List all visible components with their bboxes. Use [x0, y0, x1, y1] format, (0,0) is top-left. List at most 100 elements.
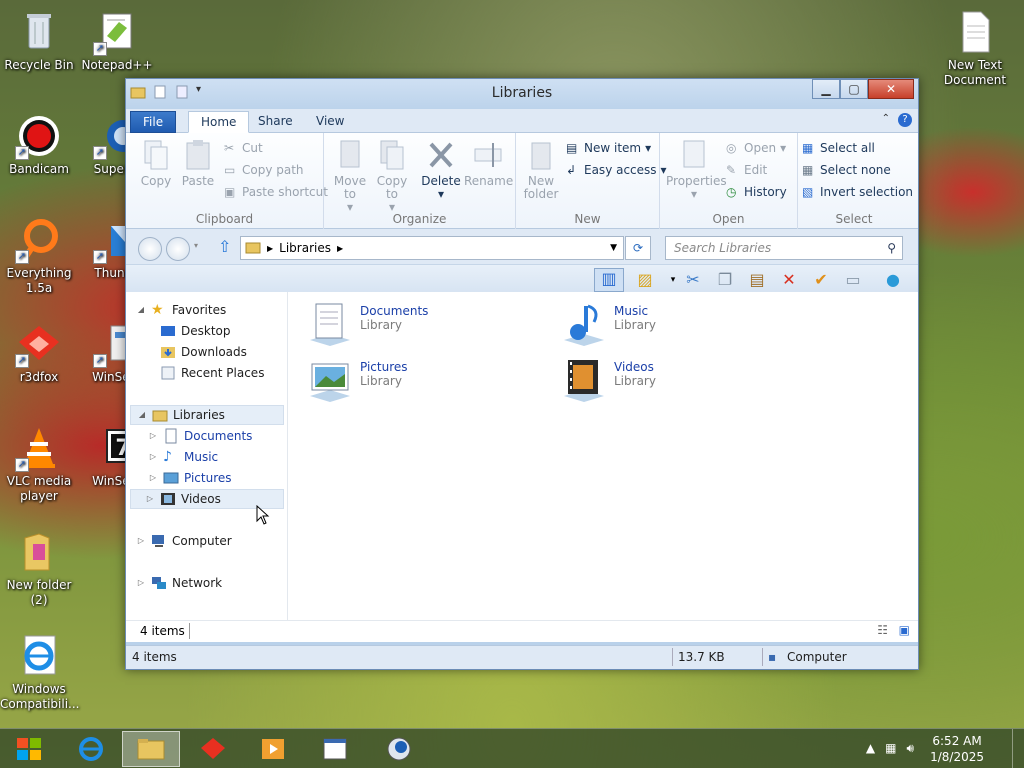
taskbar-r3dfox[interactable]	[184, 731, 242, 767]
open-button[interactable]: ◎ Open ▾	[726, 141, 786, 155]
show-desktop-button[interactable]	[1012, 729, 1024, 768]
address-path[interactable]: Libraries	[279, 241, 331, 255]
nav-desktop[interactable]: Desktop	[160, 321, 231, 341]
expand-arrow-icon[interactable]: ◢	[137, 405, 147, 425]
new-item-button[interactable]: ▤ New item ▾	[566, 141, 651, 155]
preview-pane-button[interactable]: ▥	[594, 268, 624, 292]
collapse-arrow-icon[interactable]: ▷	[148, 468, 158, 488]
collapse-arrow-icon[interactable]: ▷	[148, 426, 158, 446]
edit-button[interactable]: ✎ Edit	[726, 163, 767, 177]
tab-home[interactable]: Home	[188, 111, 250, 133]
select-all-button[interactable]: ▦ Select all	[802, 141, 875, 155]
paste-icon[interactable]: ▤	[746, 270, 768, 290]
desktop-icon-everything[interactable]: ➚ Everything 1.5a	[0, 216, 78, 296]
taskbar-media-player[interactable]	[244, 731, 302, 767]
expand-arrow-icon[interactable]: ◢	[136, 300, 146, 320]
breadcrumb-arrow-icon[interactable]: ▶	[337, 244, 343, 253]
invert-selection-label: Invert selection	[820, 185, 914, 199]
rename-button[interactable]: Rename	[464, 139, 513, 188]
tab-file[interactable]: File	[130, 111, 177, 133]
nav-network[interactable]: ▷ Network	[136, 573, 222, 593]
library-item-documents[interactable]: Documents Library	[306, 300, 428, 348]
minimize-button[interactable]: ▁	[812, 79, 840, 99]
refresh-button[interactable]: ⟳	[625, 236, 651, 260]
help-icon[interactable]: ?	[898, 113, 912, 127]
nav-libraries[interactable]: ◢ Libraries	[130, 405, 284, 425]
cut-button[interactable]: ✂ Cut	[224, 141, 263, 155]
move-to-button[interactable]: Move to ▾	[329, 139, 371, 214]
copy-icon[interactable]: ❐	[714, 270, 736, 290]
select-none-button[interactable]: ▦ Select none	[802, 163, 891, 177]
invert-selection-button[interactable]: ▧ Invert selection	[802, 185, 913, 199]
details-view-icon[interactable]: ☷	[877, 623, 888, 637]
nav-label: Network	[172, 576, 223, 590]
cut-icon[interactable]: ✂	[682, 270, 704, 290]
rename-icon[interactable]: ▭	[842, 270, 864, 290]
collapse-arrow-icon[interactable]: ▷	[136, 531, 146, 551]
nav-pictures[interactable]: ▷ Pictures	[148, 468, 232, 488]
collapse-arrow-icon[interactable]: ▷	[145, 489, 155, 509]
taskbar-file-explorer[interactable]	[122, 731, 180, 767]
nav-favorites[interactable]: ◢ ★ Favorites	[136, 300, 226, 320]
maximize-button[interactable]: ▢	[840, 79, 868, 99]
tab-share[interactable]: Share	[246, 111, 305, 133]
taskbar-app-window[interactable]	[306, 731, 364, 767]
nav-computer[interactable]: ▷ Computer	[136, 531, 232, 551]
properties-button[interactable]: Properties ▾	[666, 139, 727, 201]
clock[interactable]: 6:52 AM 1/8/2025	[930, 733, 984, 765]
copy-button[interactable]: Copy	[135, 139, 177, 188]
desktop-icon-r3dfox[interactable]: ➚ r3dfox	[0, 320, 78, 385]
forward-button[interactable]	[166, 237, 190, 261]
delete-icon[interactable]: ✕	[778, 270, 800, 290]
desktop-icon-notepadpp[interactable]: ➚ Notepad++	[78, 8, 156, 73]
new-folder-button[interactable]: New folder	[520, 139, 562, 201]
copy-path-button[interactable]: ▭ Copy path	[224, 163, 304, 177]
desktop-icon-new-text-document[interactable]: New Text Document	[936, 8, 1014, 88]
collapse-arrow-icon[interactable]: ▷	[136, 573, 146, 593]
large-icons-view-icon[interactable]: ▣	[899, 623, 910, 637]
easy-access-button[interactable]: ↲ Easy access ▾	[566, 163, 667, 177]
paste-button[interactable]: Paste	[177, 139, 219, 188]
star-icon: ★	[151, 302, 164, 318]
desktop-icon-recycle-bin[interactable]: Recycle Bin	[0, 8, 78, 73]
title-bar[interactable]: ▾ Libraries ▁ ▢ ✕	[126, 79, 918, 109]
library-type: Library	[360, 318, 402, 332]
library-item-pictures[interactable]: Pictures Library	[306, 356, 408, 404]
address-field[interactable]: ▶ Libraries ▶ ▼	[240, 236, 624, 260]
folder-options-icon[interactable]: ▨	[634, 270, 656, 290]
desktop-icon-bandicam[interactable]: ➚ Bandicam	[0, 112, 78, 177]
nav-documents[interactable]: ▷ Documents	[148, 426, 252, 446]
nav-recent-places[interactable]: Recent Places	[160, 363, 264, 383]
delete-button[interactable]: Delete ▾	[420, 139, 462, 201]
address-dropdown-icon[interactable]: ▼	[610, 243, 617, 253]
globe-icon[interactable]: ●	[882, 270, 904, 290]
desktop-icon-vlc[interactable]: ➚ VLC media player	[0, 424, 78, 504]
show-hidden-icons-icon[interactable]: ▲	[866, 741, 875, 756]
film-icon	[160, 491, 176, 507]
delete-label: Delete	[421, 174, 461, 188]
check-icon[interactable]: ✔	[810, 270, 832, 290]
up-arrow-icon[interactable]: ⇧	[218, 237, 231, 256]
close-button[interactable]: ✕	[868, 79, 914, 99]
copy-to-button[interactable]: Copy to ▾	[371, 139, 413, 214]
search-input[interactable]: Search Libraries ⚲	[665, 236, 903, 260]
collapse-ribbon-icon[interactable]: ⌃	[882, 113, 890, 127]
taskbar-internet-explorer[interactable]	[62, 731, 120, 767]
tab-view[interactable]: View	[304, 111, 356, 133]
nav-downloads[interactable]: Downloads	[160, 342, 247, 362]
paste-shortcut-button[interactable]: ▣ Paste shortcut	[224, 185, 328, 199]
taskbar-globe-app[interactable]	[370, 731, 428, 767]
network-status-icon[interactable]: ▦	[885, 741, 896, 756]
nav-music[interactable]: ▷ ♪ Music	[148, 447, 218, 467]
toolbar-dropdown-icon[interactable]: ▾	[662, 270, 684, 290]
library-item-videos[interactable]: Videos Library	[560, 356, 656, 404]
collapse-arrow-icon[interactable]: ▷	[148, 447, 158, 467]
start-button[interactable]	[0, 731, 58, 767]
library-item-music[interactable]: Music Library	[560, 300, 656, 348]
desktop-icon-new-folder-2[interactable]: New folder (2)	[0, 528, 78, 608]
recent-locations-icon[interactable]: ▾	[194, 241, 198, 250]
history-button[interactable]: ◷ History	[726, 185, 787, 199]
back-button[interactable]	[138, 237, 162, 261]
volume-icon[interactable]: 🔊︎	[906, 741, 914, 756]
desktop-icon-windows-compat[interactable]: Windows Compatibili...	[0, 632, 79, 712]
